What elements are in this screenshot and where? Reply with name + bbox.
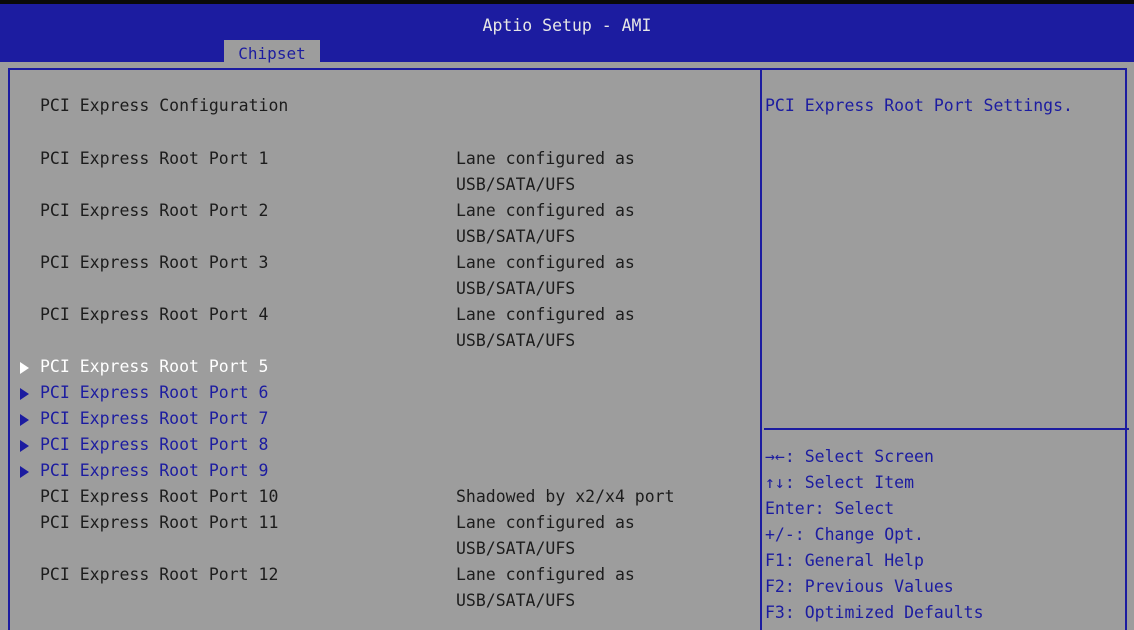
key-hint: ↑↓: Select Item: [765, 473, 915, 492]
setting-row-9[interactable]: PCI Express Root Port 9: [10, 458, 750, 484]
key-hint: F3: Optimized Defaults: [765, 603, 984, 622]
setting-row-7[interactable]: PCI Express Root Port 7: [10, 406, 750, 432]
setting-value: Lane configured as USB/SATA/UFS: [456, 565, 635, 610]
setting-label: PCI Express Root Port 7: [40, 409, 269, 428]
setting-label: PCI Express Root Port 8: [40, 435, 269, 454]
setting-value: Lane configured as USB/SATA/UFS: [456, 513, 635, 558]
panel-divider: [760, 70, 762, 630]
app-title: Aptio Setup - AMI: [482, 16, 652, 35]
help-divider: [764, 428, 1129, 430]
setting-label: PCI Express Root Port 11: [40, 513, 279, 532]
setting-row-6[interactable]: PCI Express Root Port 6: [10, 380, 750, 406]
key-hint: Enter: Select: [765, 499, 895, 518]
setting-value: Lane configured as USB/SATA/UFS: [456, 253, 635, 298]
setting-row-12: PCI Express Root Port 12 Lane configured …: [10, 562, 750, 610]
setting-label: PCI Express Root Port 2: [40, 201, 269, 220]
setting-row-5[interactable]: PCI Express Root Port 5: [10, 354, 750, 380]
setting-label: PCI Express Root Port 12: [40, 565, 279, 584]
setting-label: PCI Express Root Port 5: [40, 357, 269, 376]
key-hint: F1: General Help: [765, 551, 924, 570]
key-legend: →←: Select Screen ↑↓: Select Item Enter: S…: [765, 444, 984, 626]
setting-label: PCI Express Root Port 9: [40, 461, 269, 480]
setting-value: Lane configured as USB/SATA/UFS: [456, 149, 635, 194]
setting-label: PCI Express Root Port 3: [40, 253, 269, 272]
title-bar: Aptio Setup - AMI Chipset: [0, 0, 1134, 66]
submenu-arrow-icon: [20, 466, 29, 478]
submenu-arrow-icon: [20, 440, 29, 452]
setting-label: PCI Express Root Port 4: [40, 305, 269, 324]
submenu-arrow-icon: [20, 388, 29, 400]
setting-label: PCI Express Root Port 1: [40, 149, 269, 168]
setting-label: PCI Express Root Port 6: [40, 383, 269, 402]
setting-value: Lane configured as USB/SATA/UFS: [456, 201, 635, 246]
setting-row-3: PCI Express Root Port 3 Lane configured a…: [10, 250, 750, 298]
key-hint: F2: Previous Values: [765, 577, 954, 596]
section-title: PCI Express Configuration: [40, 96, 289, 115]
main-panel: PCI Express Configuration PCI Express Ro…: [8, 68, 1129, 630]
key-hint: +/-: Change Opt.: [765, 525, 924, 544]
submenu-arrow-icon: [20, 414, 29, 426]
setting-label: PCI Express Root Port 10: [40, 487, 279, 506]
help-description: PCI Express Root Port Settings.: [765, 96, 1073, 115]
setting-row-10: PCI Express Root Port 10 Shadowed by x2/x…: [10, 484, 750, 510]
tab-chipset[interactable]: Chipset: [224, 40, 320, 66]
setting-row-11: PCI Express Root Port 11 Lane configured …: [10, 510, 750, 558]
setting-row-8[interactable]: PCI Express Root Port 8: [10, 432, 750, 458]
key-hint: →←: Select Screen: [765, 447, 934, 466]
submenu-arrow-icon: [20, 362, 29, 374]
setting-row-1: PCI Express Root Port 1 Lane configured a…: [10, 146, 750, 194]
setting-row-2: PCI Express Root Port 2 Lane configured a…: [10, 198, 750, 246]
setting-row-4: PCI Express Root Port 4 Lane configured a…: [10, 302, 750, 350]
setting-value: Lane configured as USB/SATA/UFS: [456, 305, 635, 350]
setting-value: Shadowed by x2/x4 port: [456, 487, 675, 506]
